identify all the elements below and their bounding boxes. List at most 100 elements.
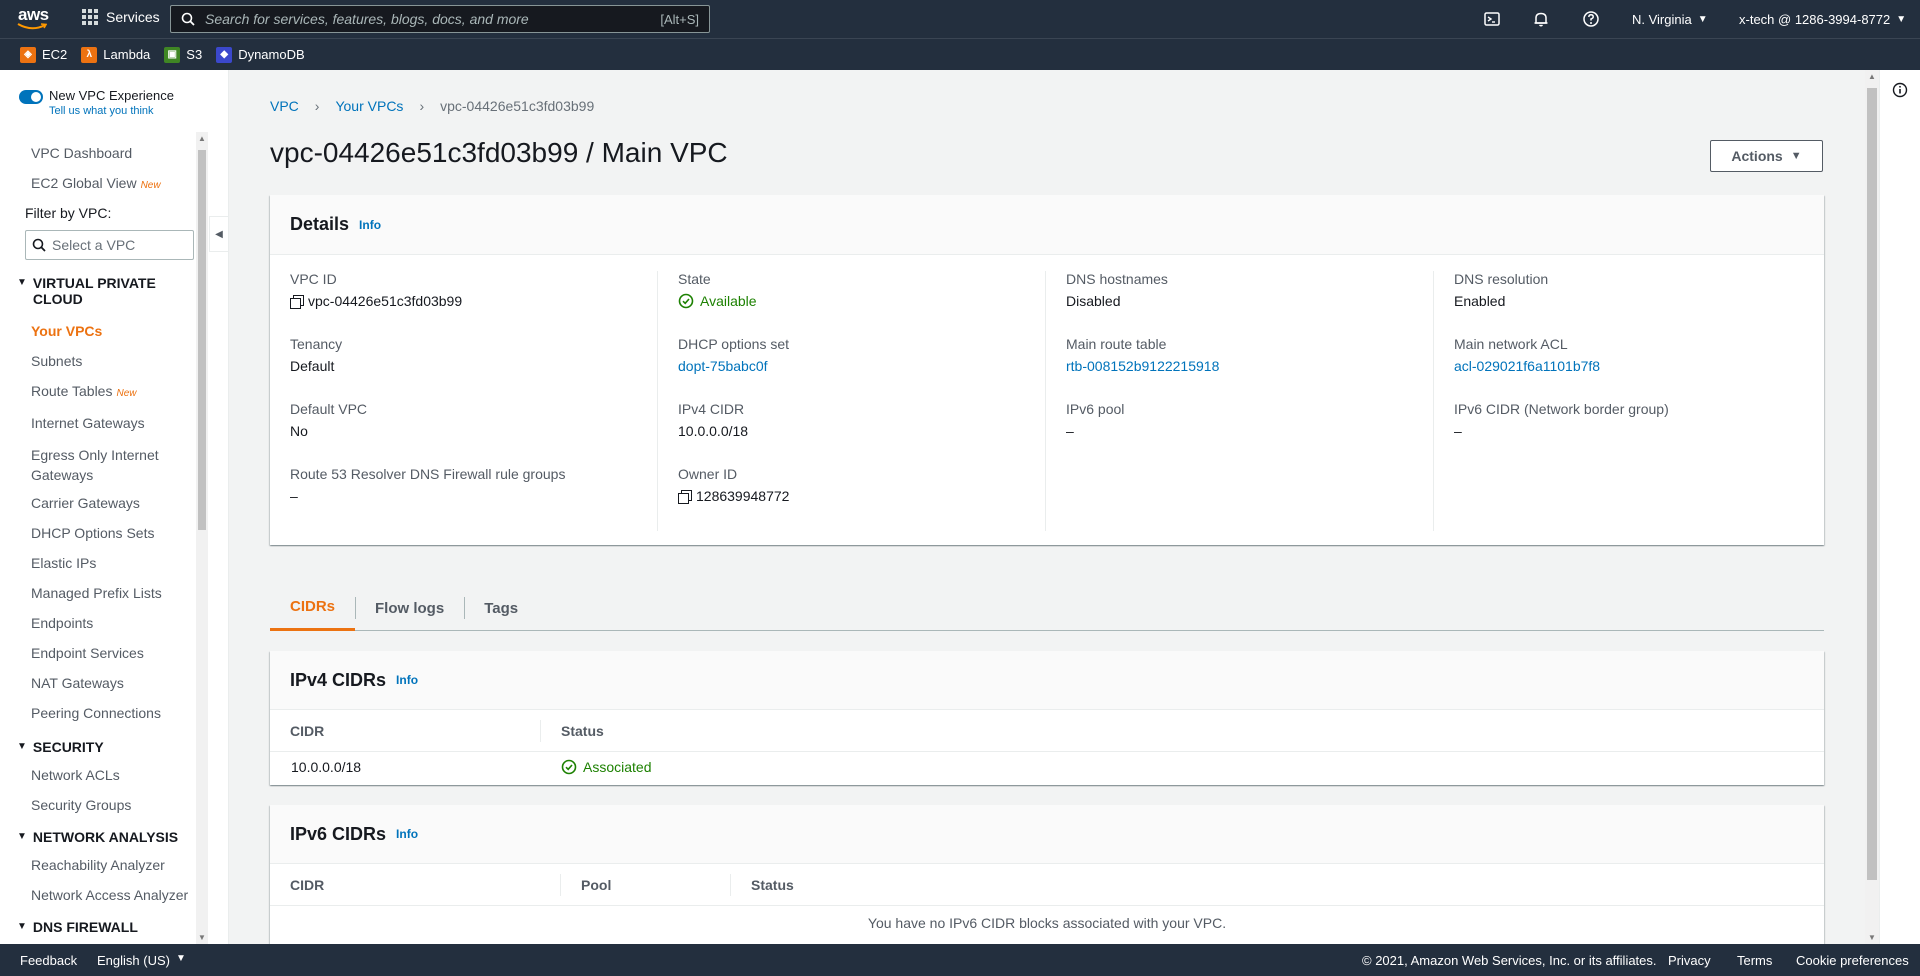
copy-icon[interactable] <box>678 490 692 504</box>
global-search-input[interactable]: Search for services, features, blogs, do… <box>170 5 710 33</box>
status-value: Associated <box>583 759 652 775</box>
detail-value: Default <box>290 358 342 374</box>
sidebar-item-network-acls[interactable]: Network ACLs <box>31 767 120 783</box>
sidebar-section-network-analysis[interactable]: ▼ NETWORK ANALYSIS <box>17 829 192 845</box>
vpc-filter-select[interactable]: Select a VPC <box>25 230 194 260</box>
vpc-filter-placeholder: Select a VPC <box>52 237 136 253</box>
scroll-down-icon[interactable]: ▼ <box>1868 933 1876 942</box>
region-selector[interactable]: N. Virginia ▼ <box>1632 0 1708 38</box>
sidebar-item-reachability-analyzer[interactable]: Reachability Analyzer <box>31 857 165 873</box>
sidebar-item-internet-gateways[interactable]: Internet Gateways <box>31 415 145 431</box>
new-badge: New <box>140 180 161 191</box>
footer: Feedback English (US) ▼ © 2021, Amazon W… <box>0 944 1920 976</box>
sidebar-item-ec2-global-view[interactable]: EC2 Global View New <box>31 175 161 191</box>
detail-value-text: vpc-04426e51c3fd03b99 <box>308 293 463 309</box>
favorite-label: S3 <box>186 47 203 62</box>
new-vpc-experience-toggle[interactable]: New VPC Experience Tell us what you thin… <box>19 88 174 117</box>
sidebar-item-endpoints[interactable]: Endpoints <box>31 615 93 631</box>
toggle-switch[interactable] <box>19 90 43 104</box>
detail-value-text: No <box>290 423 308 439</box>
sidebar-scroll-thumb[interactable] <box>198 150 206 530</box>
detail-value-text: acl-029021f6a1101b7f8 <box>1454 358 1601 374</box>
detail-field-tenancy: Tenancy Default <box>290 336 342 374</box>
copy-icon[interactable] <box>290 295 304 309</box>
favorite-lambda[interactable]: λ Lambda <box>81 46 151 63</box>
sidebar-item-subnets[interactable]: Subnets <box>31 353 82 369</box>
breadcrumb-your-vpcs[interactable]: Your VPCs <box>335 98 403 114</box>
actions-button[interactable]: Actions ▼ <box>1710 140 1823 172</box>
favorite-label: EC2 <box>42 47 68 62</box>
aws-logo[interactable]: aws <box>17 5 51 33</box>
privacy-link[interactable]: Privacy <box>1668 953 1711 968</box>
favorite-dynamodb[interactable]: ◆ DynamoDB <box>216 46 305 63</box>
detail-field-owner-id: Owner ID 128639948772 <box>678 466 789 504</box>
ipv4-info-link[interactable]: Info <box>396 673 418 687</box>
main-scrollbar[interactable]: ▲ ▼ <box>1865 70 1879 944</box>
sidebar-scrollbar[interactable]: ▲ ▼ <box>196 132 208 944</box>
detail-value-text: Enabled <box>1454 293 1506 309</box>
col-pool[interactable]: Pool <box>560 873 611 896</box>
sidebar-section-security[interactable]: ▼ SECURITY <box>17 739 192 755</box>
detail-value: Disabled <box>1066 293 1168 309</box>
sidebar-section-dns-firewall[interactable]: ▼ DNS FIREWALL <box>17 919 192 935</box>
tab-flow-logs[interactable]: Flow logs <box>355 585 464 631</box>
detail-value[interactable]: rtb-008152b9122215918 <box>1066 358 1219 374</box>
ipv6-info-link[interactable]: Info <box>396 827 418 841</box>
sidebar-item-elastic-ips[interactable]: Elastic IPs <box>31 555 96 571</box>
main-scroll-thumb[interactable] <box>1867 88 1877 880</box>
sidebar: New VPC Experience Tell us what you thin… <box>0 70 229 944</box>
collapse-sidebar-button[interactable]: ◀ <box>209 216 228 252</box>
account-menu[interactable]: x-tech @ 1286-3994-8772 ▼ <box>1739 0 1906 38</box>
col-cidr[interactable]: CIDR <box>270 874 324 896</box>
sidebar-item-route-tables[interactable]: Route Tables New <box>31 383 136 399</box>
col-cidr[interactable]: CIDR <box>270 720 324 742</box>
sidebar-item-your-vpcs[interactable]: Your VPCs <box>31 323 102 339</box>
page-title: vpc-04426e51c3fd03b99 / Main VPC <box>270 137 728 168</box>
services-menu-button[interactable]: Services <box>82 9 160 25</box>
breadcrumb: VPC › Your VPCs › vpc-04426e51c3fd03b99 <box>270 98 594 114</box>
terms-link[interactable]: Terms <box>1737 953 1772 968</box>
tab-tags[interactable]: Tags <box>464 585 538 631</box>
tab-bar: CIDRs Flow logs Tags <box>270 585 1824 631</box>
scroll-down-icon[interactable]: ▼ <box>198 933 206 942</box>
status-cell: Associated <box>561 759 651 775</box>
cidr-value: 10.0.0.0/18 <box>291 759 362 775</box>
detail-label: State <box>678 271 711 287</box>
sidebar-item-security-groups[interactable]: Security Groups <box>31 797 131 813</box>
scroll-up-icon[interactable]: ▲ <box>1868 72 1876 81</box>
sidebar-item-label: Subnets <box>31 353 83 369</box>
cloudshell-button[interactable] <box>1483 0 1501 38</box>
sidebar-item-nat-gateways[interactable]: NAT Gateways <box>31 675 124 691</box>
lambda-icon: λ <box>81 46 98 63</box>
sidebar-item-vpc-dashboard[interactable]: VPC Dashboard <box>31 145 132 161</box>
favorite-label: Lambda <box>103 47 151 62</box>
sidebar-item-managed-prefix-lists[interactable]: Managed Prefix Lists <box>31 585 162 601</box>
sidebar-item-label: Endpoints <box>31 615 94 631</box>
language-selector[interactable]: English (US) ▼ <box>97 953 186 968</box>
sidebar-item-peering-connections[interactable]: Peering Connections <box>31 705 161 721</box>
detail-value[interactable]: dopt-75babc0f <box>678 358 789 374</box>
ipv4-title: IPv4 CIDRs <box>290 669 387 690</box>
details-info-link[interactable]: Info <box>359 218 381 232</box>
sidebar-item-carrier-gateways[interactable]: Carrier Gateways <box>31 495 140 511</box>
tab-cidrs[interactable]: CIDRs <box>270 585 356 631</box>
cookie-preferences-link[interactable]: Cookie preferences <box>1796 953 1909 968</box>
sidebar-item-egress-only-internet-gateways[interactable]: Egress Only Internet Gateways <box>31 445 181 485</box>
feedback-link[interactable]: Tell us what you think <box>49 105 174 117</box>
favorite-s3[interactable]: ▣ S3 <box>164 46 203 63</box>
scroll-up-icon[interactable]: ▲ <box>198 134 206 143</box>
detail-value[interactable]: acl-029021f6a1101b7f8 <box>1454 358 1600 374</box>
sidebar-item-dhcp-options-sets[interactable]: DHCP Options Sets <box>31 525 154 541</box>
feedback-button[interactable]: Feedback <box>20 953 77 968</box>
sidebar-item-endpoint-services[interactable]: Endpoint Services <box>31 645 144 661</box>
notifications-button[interactable] <box>1532 0 1550 38</box>
breadcrumb-vpc[interactable]: VPC <box>270 98 299 114</box>
col-status[interactable]: Status <box>540 719 604 742</box>
info-icon[interactable] <box>1892 82 1908 98</box>
help-button[interactable] <box>1582 0 1600 38</box>
detail-field-vpc-id: VPC ID vpc-04426e51c3fd03b99 <box>290 271 462 309</box>
sidebar-item-network-access-analyzer[interactable]: Network Access Analyzer <box>31 887 188 903</box>
sidebar-section-virtual-private-cloud[interactable]: ▼ VIRTUAL PRIVATE CLOUD <box>17 275 192 307</box>
col-status[interactable]: Status <box>730 873 794 896</box>
favorite-ec2[interactable]: ◈ EC2 <box>20 46 68 63</box>
